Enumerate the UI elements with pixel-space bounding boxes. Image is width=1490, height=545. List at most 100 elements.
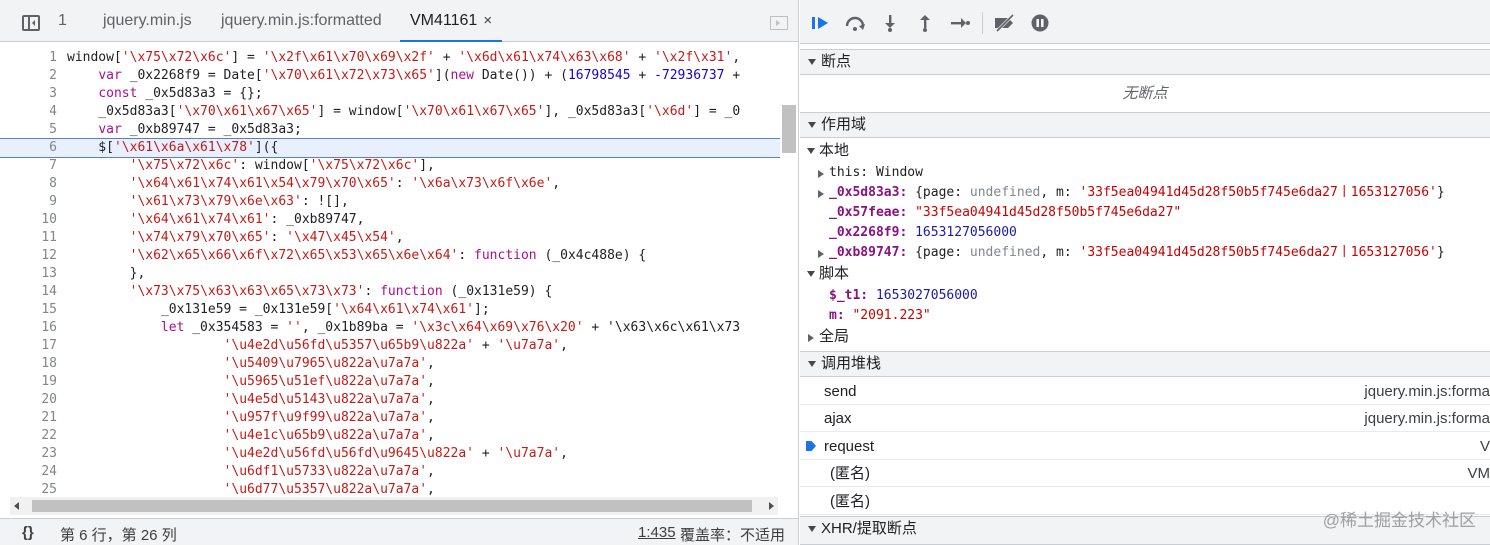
code-line[interactable]: 10 '\x64\x61\x74\x61': _0xb89747,	[0, 211, 780, 229]
code-line[interactable]: 15 _0x131e59 = _0x131e59['\x64\x61\x74\x…	[0, 301, 780, 319]
pause-on-exceptions-icon[interactable]	[1030, 14, 1050, 32]
code-line[interactable]: 2 var _0x2268f9 = Date['\x70\x61\x72\x73…	[0, 67, 780, 85]
code-line[interactable]: 12 '\x62\x65\x66\x6f\x72\x65\x53\x65\x6e…	[0, 247, 780, 265]
frame-location[interactable]: jquery.min.js:forma	[1364, 405, 1490, 432]
code-line[interactable]: 4 _0x5d83a3['\x70\x61\x67\x65'] = window…	[0, 103, 780, 121]
line-number[interactable]: 25	[12, 481, 57, 497]
scope-item-this[interactable]: this: Window	[800, 163, 1490, 183]
code-editor[interactable]: 1 window['\x75\x72\x6c'] = '\x2f\x61\x70\…	[0, 43, 798, 497]
code-line[interactable]: 17 '\u4e2d\u56fd\u5357\u65b9\u822a' + '\…	[0, 337, 780, 355]
scroll-left-icon[interactable]	[14, 502, 19, 510]
code-line[interactable]: 25 '\u6d77\u5357\u822a\u7a7a',	[0, 481, 780, 497]
step-icon[interactable]	[950, 14, 970, 32]
horizontal-scrollbar[interactable]	[10, 497, 778, 515]
sources-editor-pane: 1 jquery.min.js jquery.min.js:formatted …	[0, 0, 799, 545]
pretty-print-button[interactable]: {}	[22, 524, 34, 541]
line-number[interactable]: 8	[12, 175, 57, 193]
line-number[interactable]: 13	[12, 265, 57, 283]
scope-item-0xb89747[interactable]: _0xb89747: {page: undefined, m: '33f5ea0…	[800, 243, 1490, 263]
code-line-current[interactable]: 6 $['\x61\x6a\x61\x78']({	[0, 138, 780, 158]
close-icon[interactable]: ×	[483, 12, 492, 29]
scroll-right-icon[interactable]	[769, 502, 774, 510]
tab-count[interactable]: 1	[58, 0, 67, 42]
code-line[interactable]: 8 '\x64\x61\x74\x61\x54\x79\x70\x65': '\…	[0, 175, 780, 193]
line-number[interactable]: 6	[12, 139, 57, 157]
code-line[interactable]: 14 '\x73\x75\x63\x63\x65\x73\x73': funct…	[0, 283, 780, 301]
tab-jquery-min[interactable]: jquery.min.js	[103, 0, 192, 42]
scope-item-0x57feae[interactable]: _0x57feae: "33f5ea04941d45d28f50b5f745e6…	[800, 203, 1490, 223]
callstack-section-header[interactable]: 调用堆栈	[800, 351, 1490, 377]
tab-jquery-min-formatted[interactable]: jquery.min.js:formatted	[221, 0, 382, 42]
callstack-frame[interactable]: (匿名) VM	[800, 460, 1490, 487]
scope-local-label: 本地	[819, 142, 850, 159]
line-number[interactable]: 19	[12, 373, 57, 391]
code-line[interactable]: 5 var _0xb89747 = _0x5d83a3;	[0, 121, 780, 139]
line-number[interactable]: 21	[12, 409, 57, 427]
debugger-toggle-icon[interactable]	[770, 16, 788, 30]
navigator-toggle-icon[interactable]	[22, 15, 40, 31]
frame-location[interactable]: VM	[1468, 460, 1490, 487]
code-line[interactable]: 13 },	[0, 265, 780, 283]
line-number[interactable]: 17	[12, 337, 57, 355]
scope-item-m[interactable]: m: "2091.223"	[800, 306, 1490, 326]
line-number[interactable]: 16	[12, 319, 57, 337]
callstack-frame-current[interactable]: request V	[800, 433, 1490, 460]
code-line[interactable]: 11 '\x74\x79\x70\x65': '\x47\x45\x54',	[0, 229, 780, 247]
line-number[interactable]: 18	[12, 355, 57, 373]
line-number[interactable]: 14	[12, 283, 57, 301]
line-number[interactable]: 23	[12, 445, 57, 463]
line-number[interactable]: 20	[12, 391, 57, 409]
line-number[interactable]: 4	[12, 103, 57, 121]
deactivate-breakpoints-icon[interactable]	[993, 14, 1017, 32]
current-frame-arrow-icon	[806, 441, 816, 451]
line-number[interactable]: 12	[12, 247, 57, 265]
horizontal-scroll-thumb[interactable]	[32, 500, 752, 512]
scope-item-0x2268f9[interactable]: _0x2268f9: 1653127056000	[800, 223, 1490, 243]
code-line[interactable]: 20 '\u4e5d\u5143\u822a\u7a7a',	[0, 391, 780, 409]
line-number[interactable]: 1	[12, 49, 57, 67]
tab-vm41161[interactable]: VM41161 ×	[400, 0, 503, 42]
chevron-down-icon	[808, 361, 816, 367]
line-number[interactable]: 24	[12, 463, 57, 481]
step-over-icon[interactable]	[845, 14, 865, 32]
scope-global-group[interactable]: 全局	[800, 327, 1490, 347]
code-line[interactable]: 9 '\x61\x73\x79\x6e\x63': ![],	[0, 193, 780, 211]
callstack-frame[interactable]: ajax jquery.min.js:forma	[800, 405, 1490, 432]
scope-section-header[interactable]: 作用域	[800, 112, 1490, 138]
code-line[interactable]: 22 '\u4e1c\u65b9\u822a\u7a7a',	[0, 427, 780, 445]
code-line[interactable]: 16 let _0x354583 = '', _0x1b89ba = '\x3c…	[0, 319, 780, 337]
line-number[interactable]: 7	[12, 157, 57, 175]
source-location-link[interactable]: 1:435	[638, 524, 676, 541]
line-number[interactable]: 22	[12, 427, 57, 445]
breakpoints-section-header[interactable]: 断点	[800, 49, 1490, 75]
callstack-title: 调用堆栈	[821, 355, 882, 372]
code-line[interactable]: 21 '\u957f\u9f99\u822a\u7a7a',	[0, 409, 780, 427]
frame-location[interactable]: V	[1480, 433, 1490, 460]
line-number[interactable]: 15	[12, 301, 57, 319]
step-into-icon[interactable]	[880, 14, 900, 32]
vertical-scrollbar[interactable]	[782, 105, 796, 153]
callstack-frame[interactable]: send jquery.min.js:forma	[800, 378, 1490, 405]
step-out-icon[interactable]	[915, 14, 935, 32]
code-line[interactable]: 19 '\u5965\u51ef\u822a\u7a7a',	[0, 373, 780, 391]
code-line[interactable]: 3 const _0x5d83a3 = {};	[0, 85, 780, 103]
resume-icon[interactable]	[810, 14, 830, 32]
code-line[interactable]: 23 '\u4e2d\u56fd\u56fd\u9645\u822a' + '\…	[0, 445, 780, 463]
line-number[interactable]: 3	[12, 85, 57, 103]
line-number[interactable]: 2	[12, 67, 57, 85]
scope-value: 1653127056000	[915, 225, 1017, 240]
line-number[interactable]: 9	[12, 193, 57, 211]
code-line[interactable]: 18 '\u5409\u7965\u822a\u7a7a',	[0, 355, 780, 373]
frame-location[interactable]: jquery.min.js:forma	[1364, 378, 1490, 405]
code-line[interactable]: 7 '\x75\x72\x6c': window['\x75\x72\x6c']…	[0, 157, 780, 175]
code-line[interactable]: 24 '\u6df1\u5733\u822a\u7a7a',	[0, 463, 780, 481]
scope-script-group[interactable]: 脚本	[800, 264, 1490, 284]
scope-item-t1[interactable]: $_t1: 1653027056000	[800, 286, 1490, 306]
line-number[interactable]: 5	[12, 121, 57, 139]
line-number[interactable]: 10	[12, 211, 57, 229]
code-line[interactable]: 1 window['\x75\x72\x6c'] = '\x2f\x61\x70\…	[0, 49, 780, 67]
line-number[interactable]: 11	[12, 229, 57, 247]
scope-local-group[interactable]: 本地	[800, 141, 1490, 161]
scope-value: Window	[875, 165, 923, 180]
scope-item-0x5d83a3[interactable]: _0x5d83a3: {page: undefined, m: '33f5ea0…	[800, 183, 1490, 203]
